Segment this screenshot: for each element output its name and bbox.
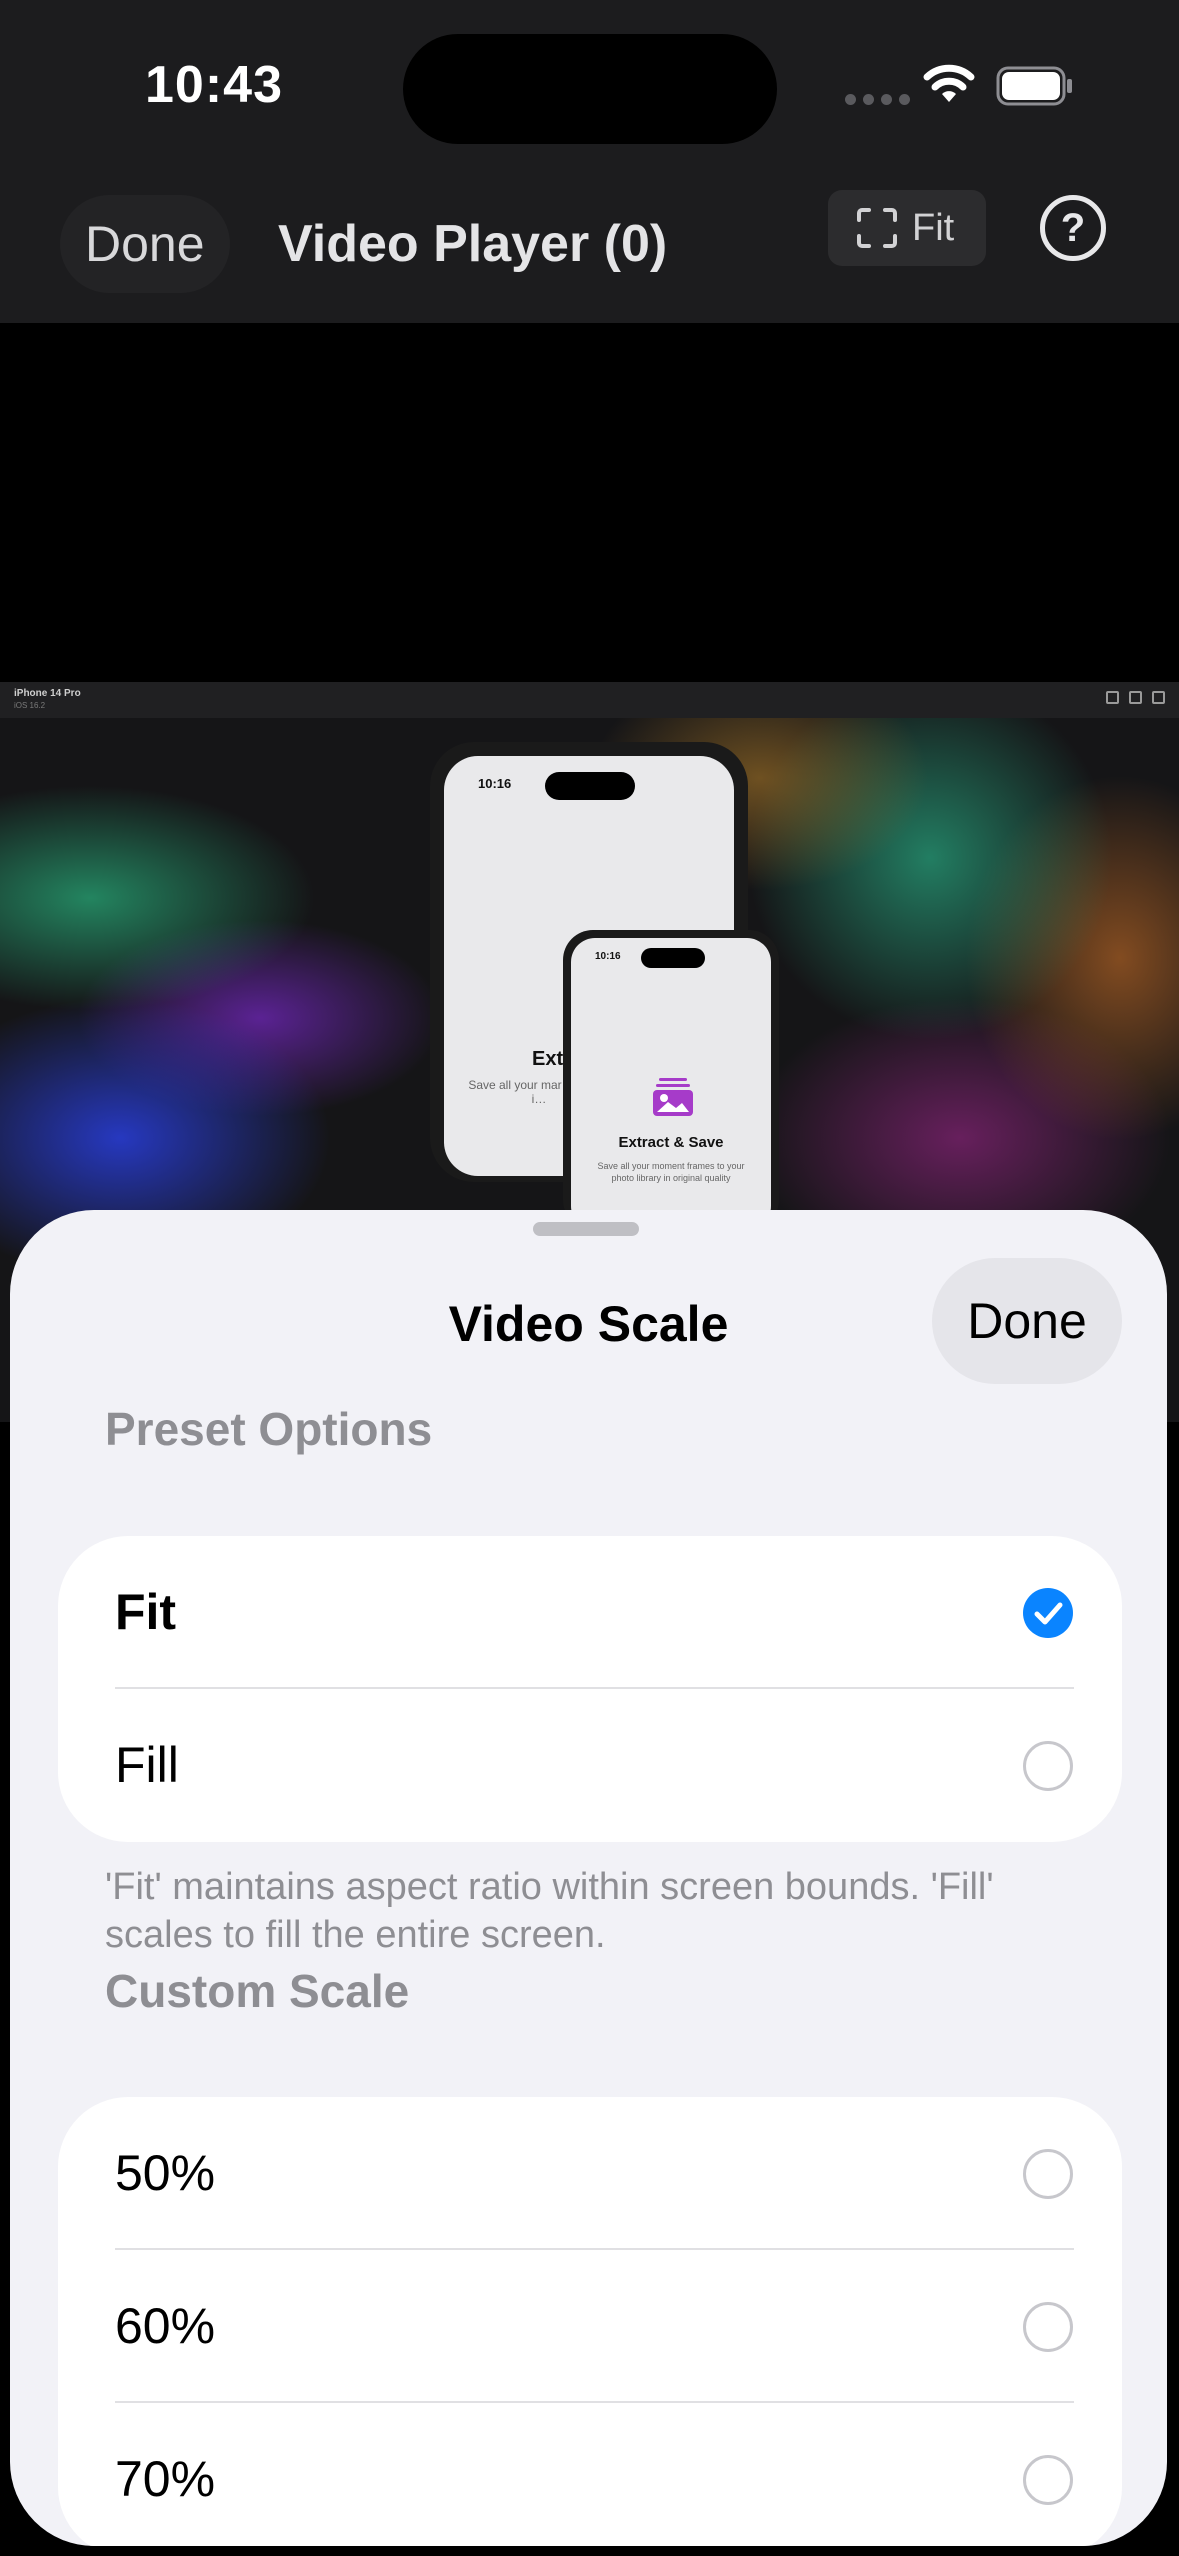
preset-option-fill[interactable]: Fill: [58, 1689, 1122, 1842]
dynamic-island: [403, 34, 777, 144]
simulator-device-name: iPhone 14 Pro: [14, 688, 81, 699]
nav-bar: Done Video Player (0) Fit ?: [0, 165, 1179, 323]
custom-scale-50[interactable]: 50%: [58, 2097, 1122, 2250]
wifi-icon: [923, 64, 975, 102]
preset-option-fit[interactable]: Fit: [58, 1536, 1122, 1689]
phone-small-title: Extract & Save: [618, 1134, 724, 1151]
phone-small-time: 10:16: [595, 951, 621, 962]
radio-icon: [1023, 2302, 1073, 2352]
preset-options-header: Preset Options: [105, 1403, 433, 1455]
radio-icon: [1023, 1741, 1073, 1791]
custom-scale-label: 70%: [115, 2451, 216, 2507]
simulator-os-version: iOS 16.2: [14, 701, 46, 710]
cellular-signal-icon: [845, 94, 910, 105]
preset-option-label: Fit: [115, 1584, 177, 1640]
rotate-icon: [1152, 691, 1165, 704]
radio-icon: [1023, 2455, 1073, 2505]
home-icon: [1106, 691, 1119, 704]
screenshot-icon: [1129, 691, 1142, 704]
photo-stack-icon: [653, 1078, 693, 1116]
custom-scale-group: 50% 60% 70%: [58, 2097, 1122, 2546]
sheet-done-button[interactable]: Done: [932, 1258, 1122, 1384]
preset-options-group: Fit Fill: [58, 1536, 1122, 1842]
custom-scale-label: 60%: [115, 2298, 216, 2354]
done-button[interactable]: Done: [60, 195, 230, 293]
preset-options-footer: 'Fit' maintains aspect ratio within scre…: [105, 1866, 994, 1956]
status-bar: 10:43: [0, 0, 1179, 165]
page-title: Video Player (0): [278, 215, 668, 273]
phone-mockup-small: 10:16 Extract & Save Save all your momen…: [563, 930, 779, 1230]
custom-scale-header: Custom Scale: [105, 1965, 410, 2017]
video-scale-sheet: Video Scale Done Preset Options Fit Fill…: [10, 1210, 1167, 2546]
status-time: 10:43: [145, 56, 283, 114]
scale-button-label: Fit: [912, 206, 955, 249]
fullscreen-frame-icon: [857, 208, 897, 248]
phone-small-subtitle: Save all your moment frames to your phot…: [597, 1161, 745, 1183]
help-icon[interactable]: ?: [1040, 195, 1106, 261]
sheet-grabber[interactable]: [533, 1222, 639, 1236]
radio-icon: [1023, 2149, 1073, 2199]
simulator-toolbar: iPhone 14 Pro iOS 16.2: [0, 682, 1179, 718]
checkmark-icon: [1023, 1588, 1073, 1638]
custom-scale-70[interactable]: 70%: [58, 2403, 1122, 2546]
custom-scale-60[interactable]: 60%: [58, 2250, 1122, 2403]
battery-icon: [996, 66, 1072, 106]
phone-large-time: 10:16: [478, 776, 512, 791]
custom-scale-label: 50%: [115, 2145, 216, 2201]
preset-option-label: Fill: [115, 1737, 179, 1793]
scale-button[interactable]: Fit: [828, 190, 986, 266]
